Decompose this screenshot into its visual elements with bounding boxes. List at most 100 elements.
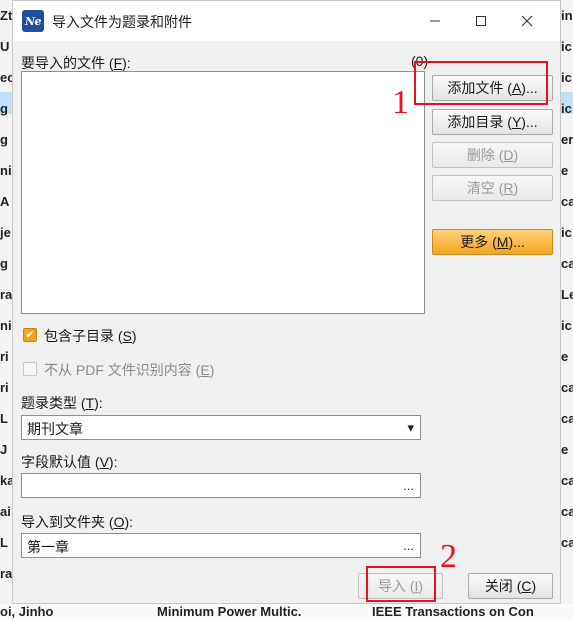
include-subdirs-checkbox[interactable]: ✔ — [23, 328, 37, 342]
add-dir-suffix: )... — [521, 114, 538, 130]
close-suffix: ) — [531, 578, 537, 594]
add-dir-label: 添加目录 ( — [447, 114, 512, 130]
bg-right-fragment: ic — [561, 225, 572, 240]
bg-right-fragment: ca — [561, 256, 573, 271]
import-folder-input[interactable]: 第一章 ... — [21, 533, 421, 558]
noteexpress-app-icon: Ne — [22, 10, 44, 32]
include-subdirs-suffix: ) — [131, 328, 137, 344]
field-default-input[interactable]: ... — [21, 473, 421, 498]
bg-left-fragment: ri — [0, 380, 9, 395]
add-dir-key: Y — [511, 114, 522, 130]
bg-left-fragment: ai — [0, 504, 11, 519]
bg-left-fragment: ni — [0, 163, 12, 178]
bg-right-fragment: in — [561, 8, 573, 23]
record-type-text: 题录类型 ( — [21, 395, 86, 411]
bg-right-fragment: Le — [561, 287, 573, 302]
close-button[interactable]: 关闭 (C) — [468, 573, 553, 599]
bg-left-fragment: L — [0, 535, 8, 550]
delete-key: D — [503, 147, 514, 163]
close-key: C — [521, 578, 532, 594]
add-directory-button[interactable]: 添加目录 (Y)... — [432, 109, 553, 135]
annotation-number-2: 2 — [440, 538, 457, 575]
import-folder-value: 第一章 — [27, 539, 69, 555]
include-subdirs-text: 包含子目录 ( — [44, 328, 123, 344]
more-key: M — [496, 234, 509, 250]
bg-left-fragment: g — [0, 256, 8, 271]
bg-right-fragment: ca — [561, 504, 573, 519]
import-folder-browse-button[interactable]: ... — [403, 534, 414, 557]
background-app-bottom-row: oi, Jinho Minimum Power Multic. IEEE Tra… — [0, 604, 573, 620]
maximize-icon — [476, 16, 486, 26]
bg-right-fragment: ca — [561, 535, 573, 550]
close-window-button[interactable] — [505, 7, 549, 35]
dialog-title: 导入文件为题录和附件 — [52, 14, 192, 30]
bg-right-fragment: er — [561, 132, 573, 147]
bg-left-fragment: J — [0, 442, 8, 457]
import-folder-label: 导入到文件夹 (O): — [21, 512, 133, 532]
no-pdf-content-checkbox[interactable] — [23, 362, 37, 376]
clear-button[interactable]: 清空 (R) — [432, 175, 553, 201]
no-pdf-content-key: E — [200, 362, 210, 378]
dialog-titlebar: Ne 导入文件为题录和附件 — [13, 1, 560, 41]
background-title-cell: Minimum Power Multic. — [157, 604, 302, 619]
clear-suffix: ) — [513, 180, 519, 196]
close-icon — [521, 15, 533, 27]
annotation-highlight-2 — [366, 566, 436, 602]
files-to-import-label: 要导入的文件 (F): — [21, 53, 131, 73]
no-pdf-content-label[interactable]: 不从 PDF 文件识别内容 (E) — [44, 360, 214, 380]
no-pdf-content-suffix: ) — [209, 362, 215, 378]
field-default-suffix: ): — [108, 454, 118, 470]
file-list[interactable] — [21, 71, 425, 314]
bg-left-fragment: ec — [0, 70, 12, 85]
clear-key: R — [503, 180, 514, 196]
bg-right-fragment: ic — [561, 101, 572, 116]
background-author-cell: oi, Jinho — [0, 604, 54, 619]
bg-left-fragment: g — [0, 101, 8, 116]
field-default-text: 字段默认值 ( — [21, 454, 100, 470]
bg-left-fragment: ni — [0, 318, 12, 333]
bg-left-fragment: je — [0, 225, 11, 240]
import-folder-suffix: ): — [124, 514, 134, 530]
field-default-label: 字段默认值 (V): — [21, 452, 117, 472]
files-label-suffix: ): — [122, 55, 131, 71]
close-label: 关闭 ( — [484, 578, 522, 594]
bg-right-fragment: ca — [561, 473, 573, 488]
annotation-highlight-1 — [414, 61, 548, 105]
record-type-select[interactable]: 期刊文章 ▾ — [21, 415, 421, 440]
bg-right-fragment: ca — [561, 380, 573, 395]
files-label-text: 要导入的文件 ( — [21, 55, 114, 71]
delete-suffix: ) — [513, 147, 519, 163]
bg-left-fragment: U — [0, 39, 10, 54]
clear-label: 清空 ( — [466, 180, 504, 196]
annotation-number-1: 1 — [392, 84, 409, 121]
bg-right-fragment: ic — [561, 318, 572, 333]
record-type-suffix: ): — [94, 395, 103, 411]
background-app-right: in ic ic ic er e ca ic ca Le ic e ca ca e ca ca ca — [561, 0, 573, 620]
record-type-label: 题录类型 (T): — [21, 393, 103, 413]
maximize-button[interactable] — [459, 7, 503, 35]
import-folder-key: O — [113, 514, 125, 530]
field-default-browse-button[interactable]: ... — [403, 474, 414, 497]
bg-right-fragment: ic — [561, 39, 572, 54]
include-subdirs-key: S — [122, 328, 132, 344]
minimize-button[interactable] — [413, 7, 457, 35]
bg-left-fragment: ra — [0, 287, 12, 302]
more-suffix: )... — [508, 234, 525, 250]
more-button[interactable]: 更多 (M)... — [432, 229, 553, 255]
bg-left-fragment: ra — [0, 566, 12, 581]
no-pdf-content-text: 不从 PDF 文件识别内容 ( — [44, 362, 201, 378]
record-type-key: T — [85, 395, 95, 411]
background-journal-cell: IEEE Transactions on Con — [372, 604, 534, 619]
record-type-value: 期刊文章 — [27, 421, 83, 437]
include-subdirs-label[interactable]: 包含子目录 (S) — [44, 326, 137, 346]
bg-right-fragment: ca — [561, 411, 573, 426]
bg-right-fragment: ic — [561, 70, 572, 85]
bg-right-fragment: ca — [561, 194, 573, 209]
bg-left-fragment: L — [0, 411, 8, 426]
bg-left-fragment: A — [0, 194, 10, 209]
import-folder-text: 导入到文件夹 ( — [21, 514, 114, 530]
chevron-down-icon: ▾ — [407, 419, 414, 435]
delete-label: 删除 ( — [466, 147, 504, 163]
bg-right-fragment: e — [561, 349, 569, 364]
delete-button[interactable]: 删除 (D) — [432, 142, 553, 168]
